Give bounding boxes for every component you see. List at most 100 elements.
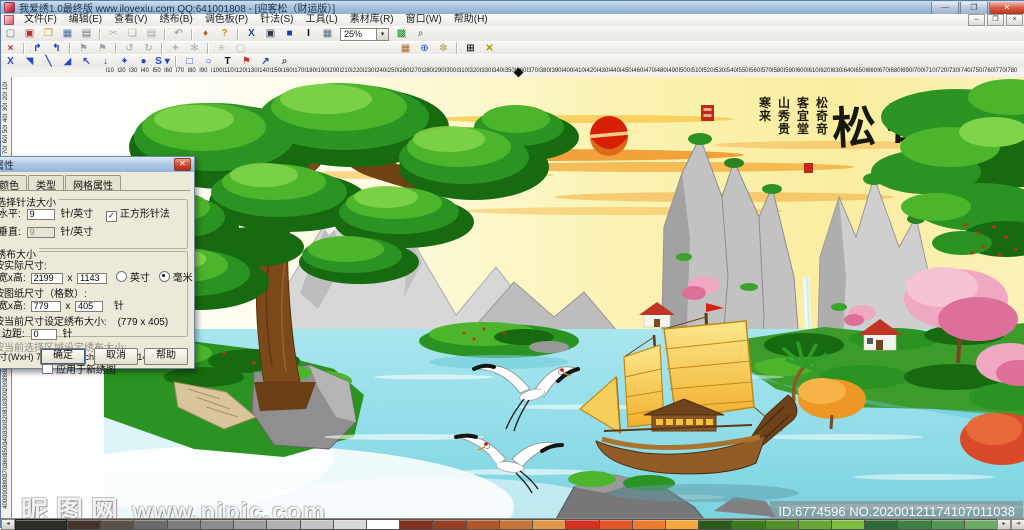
dialog-tab-1[interactable]: 颜色 [0,175,27,190]
menu-item-7[interactable]: 素材库(R) [344,14,400,26]
color-swatch[interactable] [365,519,400,530]
undo-icon[interactable]: ↶ [170,27,187,41]
color-swatch[interactable] [166,519,200,530]
dialog-ok-button[interactable]: 确定 [40,348,86,365]
actual-width-input[interactable] [30,272,63,284]
toolbar-separator [175,56,177,67]
cut-icon[interactable]: ✂ [105,27,122,41]
close-button[interactable]: ✕ [989,1,1024,15]
grid-cell-view-icon[interactable]: ▦ [319,27,336,41]
palette-scroll-right-icon[interactable]: ▸ [997,519,1011,530]
actual-height-input[interactable] [77,272,108,284]
hruler-tick: ǀ10 [105,68,114,74]
color-swatch[interactable] [399,519,433,530]
hruler-tick: ǀ210 [339,68,352,74]
margin-input[interactable] [30,328,57,340]
color-swatch[interactable] [764,519,798,530]
child-window-button-1[interactable]: ❐ [987,14,1004,26]
monitor-view-icon[interactable]: ▣ [262,27,279,41]
color-swatch[interactable] [199,519,234,530]
dialog-tab-3[interactable]: 网格属性 [65,175,121,190]
color-swatch[interactable] [532,519,566,530]
color-swatch[interactable] [631,519,665,530]
menu-item-6[interactable]: 工具(L) [300,14,344,26]
new-from-image-icon[interactable]: ▣ [21,27,38,41]
menu-item-9[interactable]: 帮助(H) [448,14,494,26]
inch-label: 英寸 [129,273,150,284]
color-swatch[interactable] [897,519,931,530]
seal-stamp [701,105,714,121]
paste-icon[interactable]: ▤ [143,27,160,41]
menu-item-3[interactable]: 绣布(B) [153,14,198,26]
save-file-icon[interactable]: ▦ [59,27,76,41]
square-stitch-checkbox[interactable]: ✓ [105,211,117,222]
color-swatch[interactable] [15,519,67,530]
copy-icon[interactable]: ❏ [124,27,141,41]
color-swatch[interactable] [731,519,765,530]
palette-scroll-left-icon[interactable]: ◂ [1,519,15,530]
horizontal-count-input[interactable] [26,208,55,220]
fit-view-icon[interactable]: ▩ [393,27,410,41]
toolbar-separator [161,43,163,54]
color-swatch[interactable] [930,519,964,530]
child-window-button-0[interactable]: – [968,14,985,26]
menu-item-1[interactable]: 编辑(E) [63,14,108,26]
chart-height-input[interactable] [75,300,104,312]
color-swatch[interactable] [864,519,898,530]
color-swatch[interactable] [100,519,134,530]
color-swatch[interactable] [67,519,101,530]
open-file-icon[interactable]: ❒ [40,27,57,41]
dialog-tab-2[interactable]: 类型 [28,175,64,190]
color-swatch[interactable] [963,519,998,530]
maximize-button[interactable]: ❐ [960,1,988,15]
hruler-tick: ǀ100 [210,68,223,74]
dialog-cancel-button[interactable]: 取消 [94,348,138,365]
dialog-close-icon[interactable]: ✕ [174,158,191,171]
color-swatch[interactable] [498,519,533,530]
minimize-button[interactable]: — [931,1,959,15]
hruler-tick: ǀ510 [690,68,702,74]
color-swatch[interactable] [266,519,300,530]
dialog-help-button[interactable]: 帮助 [144,348,188,365]
hruler-tick: ǀ230 [362,68,375,74]
menu-item-0[interactable]: 文件(F) [18,14,63,26]
color-swatch[interactable] [233,519,267,530]
new-file-icon[interactable]: ▢ [2,27,19,41]
help-icon[interactable]: ? [216,27,233,41]
hruler-tick: ǀ530 [713,68,726,74]
title-bar: 我爱绣1.0最终版 www.ilovexiu.com QQ:641001808 … [1,1,1024,15]
print-icon[interactable]: ▤ [78,27,95,41]
color-swatch[interactable] [332,519,366,530]
zoom-tool-icon[interactable]: ⌕ [412,27,429,41]
mm-radio[interactable] [158,271,170,282]
child-window-button-2[interactable]: × [1006,14,1023,26]
color-swatch[interactable] [465,519,499,530]
color-swatch[interactable] [299,519,333,530]
full-stitch-view-icon[interactable]: X [243,27,260,41]
key-icon[interactable]: ♦ [197,27,214,41]
menu-item-5[interactable]: 针法(S) [254,14,299,26]
color-swatch[interactable] [664,519,699,530]
chart-width-input[interactable] [30,300,61,312]
hruler-tick: ǀ450 [620,68,632,74]
symbol-view-icon[interactable]: I [300,27,317,41]
color-swatch[interactable] [432,519,466,530]
dialog-title-bar[interactable]: 属性 ✕ [0,157,194,172]
inch-radio[interactable] [115,271,127,282]
mm-label: 毫米 [172,273,193,284]
solid-block-view-icon[interactable]: ■ [281,27,298,41]
menu-item-4[interactable]: 调色板(P) [199,14,254,26]
palette-end-icon[interactable]: ⇥ [1011,519,1024,530]
color-swatch[interactable] [598,519,632,530]
color-swatch[interactable] [797,519,832,530]
hruler-tick: ǀ70 [175,68,185,74]
color-swatch[interactable] [565,519,599,530]
color-swatch[interactable] [133,519,167,530]
color-swatch[interactable] [831,519,865,530]
vertical-count-input[interactable] [26,226,55,238]
menu-item-8[interactable]: 窗口(W) [400,14,448,26]
menu-item-2[interactable]: 查看(V) [108,14,153,26]
zoom-level-combo[interactable]: 25% ▾ [340,27,389,41]
combo-arrow-icon[interactable]: ▾ [376,28,388,40]
color-swatch[interactable] [698,519,732,530]
